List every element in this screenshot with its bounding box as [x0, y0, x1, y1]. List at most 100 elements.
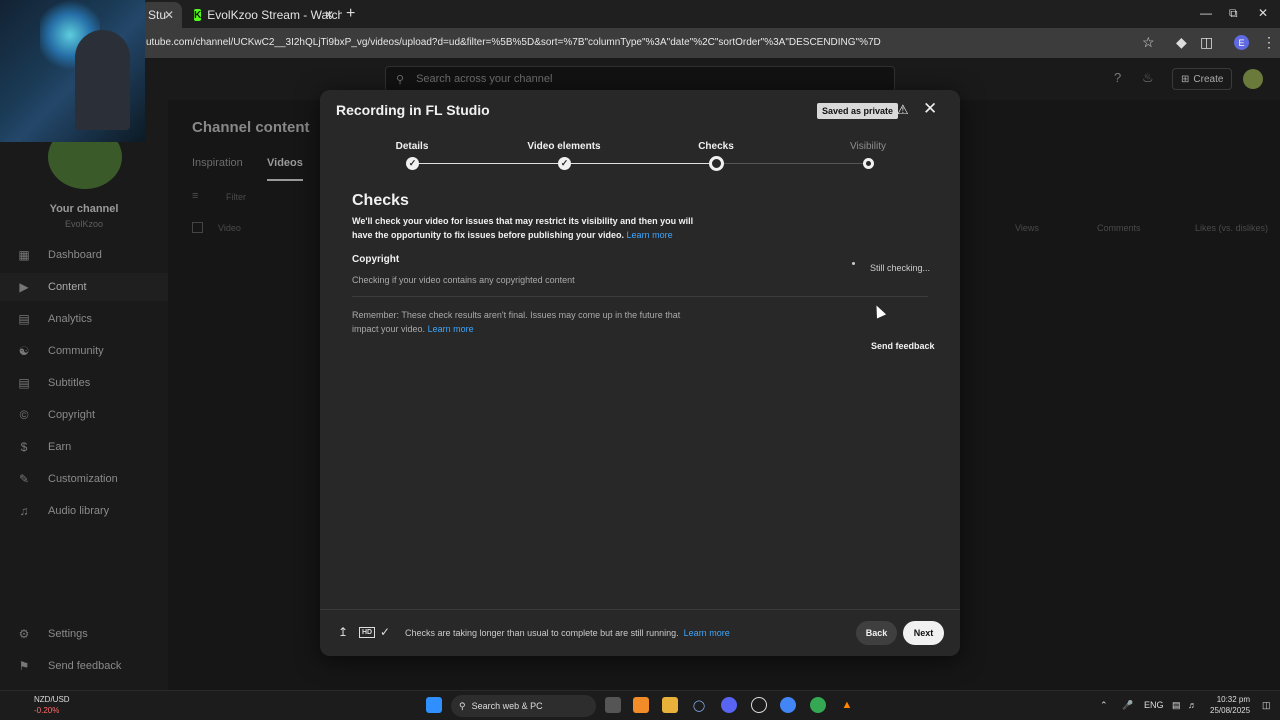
- analytics-icon: ▤: [18, 312, 30, 326]
- minimize-icon[interactable]: —: [1200, 6, 1212, 20]
- channel-search-input[interactable]: ⚲ Search across your channel: [385, 66, 895, 92]
- menu-dots-icon[interactable]: ⋮: [1262, 34, 1276, 51]
- content-icon: ▶: [19, 280, 29, 294]
- sidebar-item-audio-library[interactable]: ♫ Audio library: [0, 497, 168, 525]
- profile-avatar[interactable]: E: [1234, 35, 1249, 50]
- select-all-checkbox[interactable]: [192, 222, 203, 233]
- sidebar-item-subtitles[interactable]: ▤ Subtitles: [0, 369, 168, 397]
- back-button[interactable]: Back: [856, 621, 897, 645]
- window-close-icon[interactable]: ✕: [1258, 6, 1268, 20]
- star-icon[interactable]: ☆: [1142, 34, 1155, 51]
- create-button[interactable]: ⊞ Create: [1172, 68, 1233, 90]
- taskbar-search[interactable]: ⚲ Search web & PC: [451, 695, 596, 717]
- new-tab-button[interactable]: +: [346, 5, 355, 23]
- file-explorer-icon[interactable]: [662, 697, 678, 713]
- microphone-icon[interactable]: 🎤: [1122, 700, 1133, 711]
- upload-icon[interactable]: ↥: [338, 625, 348, 639]
- sidebar-item-content[interactable]: ▶ Content: [0, 273, 168, 301]
- step-checks[interactable]: Checks: [656, 141, 776, 152]
- notifications-icon[interactable]: ◫: [1262, 700, 1271, 711]
- copyright-title: Copyright: [352, 254, 400, 265]
- check-icon: ✓: [406, 157, 419, 170]
- sidebar-item-send-feedback[interactable]: ⚑ Send feedback: [0, 652, 168, 680]
- remember-note: Remember: These check results aren't fin…: [352, 310, 681, 334]
- check-icon: ✓: [558, 157, 571, 170]
- column-views[interactable]: Views: [1015, 223, 1039, 233]
- volume-icon[interactable]: ♬: [1188, 700, 1197, 710]
- learn-more-link[interactable]: Learn more: [627, 230, 673, 240]
- fl-studio-icon[interactable]: [633, 697, 649, 713]
- account-avatar[interactable]: [1243, 69, 1263, 89]
- send-feedback-button[interactable]: Send feedback: [871, 341, 935, 351]
- copyright-subtitle: Checking if your video contains any copy…: [352, 275, 575, 285]
- report-issue-icon[interactable]: ⚠: [897, 102, 909, 118]
- sidebar-item-settings[interactable]: ⚙ Settings: [0, 620, 168, 648]
- tab-inspiration[interactable]: Inspiration: [192, 157, 243, 169]
- sidebar-item-dashboard[interactable]: ▦ Dashboard: [0, 241, 168, 269]
- filter-input[interactable]: Filter: [226, 192, 246, 202]
- restore-icon[interactable]: ⧉: [1229, 6, 1238, 21]
- filter-icon[interactable]: ≡: [192, 190, 198, 202]
- address-bar[interactable]: utube.com/channel/UCKwC2__3I2hQLjTi9bxP_…: [0, 28, 1280, 58]
- chrome-icon[interactable]: [780, 697, 796, 713]
- channel-handle: EvolKzoo: [64, 219, 104, 229]
- kick-icon: K: [194, 9, 202, 21]
- sidebar-item-earn[interactable]: $ Earn: [0, 433, 168, 461]
- chrome-profile-icon[interactable]: [810, 697, 826, 713]
- help-icon[interactable]: ?: [1114, 70, 1121, 85]
- extensions-icon[interactable]: ◫: [1200, 34, 1213, 51]
- footer-status: Checks are taking longer than usual to c…: [405, 628, 730, 638]
- channel-name: Your channel: [49, 203, 119, 215]
- step-visibility[interactable]: Visibility: [808, 141, 928, 152]
- sidebar-item-customization[interactable]: ✎ Customization: [0, 465, 168, 493]
- close-icon[interactable]: ✕: [923, 99, 937, 119]
- spinner-icon: [852, 262, 855, 265]
- pending-step-icon: [863, 158, 874, 169]
- cortana-icon[interactable]: ◯: [691, 697, 707, 713]
- close-icon[interactable]: ✕: [164, 8, 174, 22]
- checks-description: We'll check your video for issues that m…: [352, 216, 694, 240]
- url-text[interactable]: utube.com/channel/UCKwC2__3I2hQLjTi9bxP_…: [146, 37, 881, 48]
- learn-more-link[interactable]: Learn more: [428, 324, 474, 334]
- column-video: Video: [218, 223, 241, 233]
- learn-more-link[interactable]: Learn more: [684, 628, 730, 638]
- check-circle-icon[interactable]: ✓: [380, 625, 390, 639]
- browser-tab-kick[interactable]: KEvolKzoo Stream - Watch Live o✕: [186, 2, 342, 28]
- windows-taskbar: NZD/USD -0.20% ⚲ Search web & PC ◯ ▲ ⌃ 🎤 …: [0, 690, 1280, 720]
- extension-diamond-icon[interactable]: ◆: [1176, 34, 1187, 51]
- search-icon: ⚲: [396, 73, 405, 86]
- task-view-icon[interactable]: [605, 697, 621, 713]
- bell-icon[interactable]: ♨: [1142, 70, 1154, 86]
- network-icon[interactable]: ▤: [1172, 700, 1181, 711]
- hd-icon[interactable]: HD: [359, 627, 376, 638]
- column-comments: Comments: [1097, 223, 1141, 233]
- sidebar-item-copyright[interactable]: © Copyright: [0, 401, 168, 429]
- copyright-icon: ©: [19, 408, 29, 422]
- saved-private-badge: Saved as private: [817, 103, 899, 119]
- windows-start-icon[interactable]: [426, 697, 442, 713]
- vlc-icon[interactable]: ▲: [839, 697, 855, 713]
- webcam-person: [75, 30, 130, 130]
- step-video-elements[interactable]: Video elements: [504, 141, 624, 152]
- close-icon[interactable]: ✕: [324, 8, 334, 22]
- earn-icon: $: [20, 440, 28, 454]
- sidebar-item-community[interactable]: ☯ Community: [0, 337, 168, 365]
- audio-library-icon: ♫: [19, 504, 29, 518]
- upload-dialog: Recording in FL Studio Saved as private …: [320, 90, 960, 656]
- ticker-widget[interactable]: NZD/USD -0.20%: [12, 694, 70, 716]
- divider: [352, 296, 928, 297]
- column-likes: Likes (vs. dislikes): [1195, 223, 1269, 233]
- mouse-cursor-icon: [871, 303, 887, 319]
- tray-overflow-icon[interactable]: ⌃: [1100, 700, 1108, 711]
- browser-tab-studio[interactable]: Stu ✕: [140, 2, 182, 28]
- obs-icon[interactable]: [751, 697, 767, 713]
- taskbar-clock[interactable]: 10:32 pm 25/08/2025: [1210, 694, 1250, 716]
- sidebar-item-analytics[interactable]: ▤ Analytics: [0, 305, 168, 333]
- step-details[interactable]: Details: [352, 141, 472, 152]
- next-button[interactable]: Next: [903, 621, 944, 645]
- language-indicator[interactable]: ENG: [1144, 700, 1164, 710]
- plus-icon: ⊞: [1181, 73, 1190, 85]
- discord-icon[interactable]: [721, 697, 737, 713]
- webcam-overlay: [0, 0, 145, 142]
- tab-videos[interactable]: Videos: [267, 157, 303, 181]
